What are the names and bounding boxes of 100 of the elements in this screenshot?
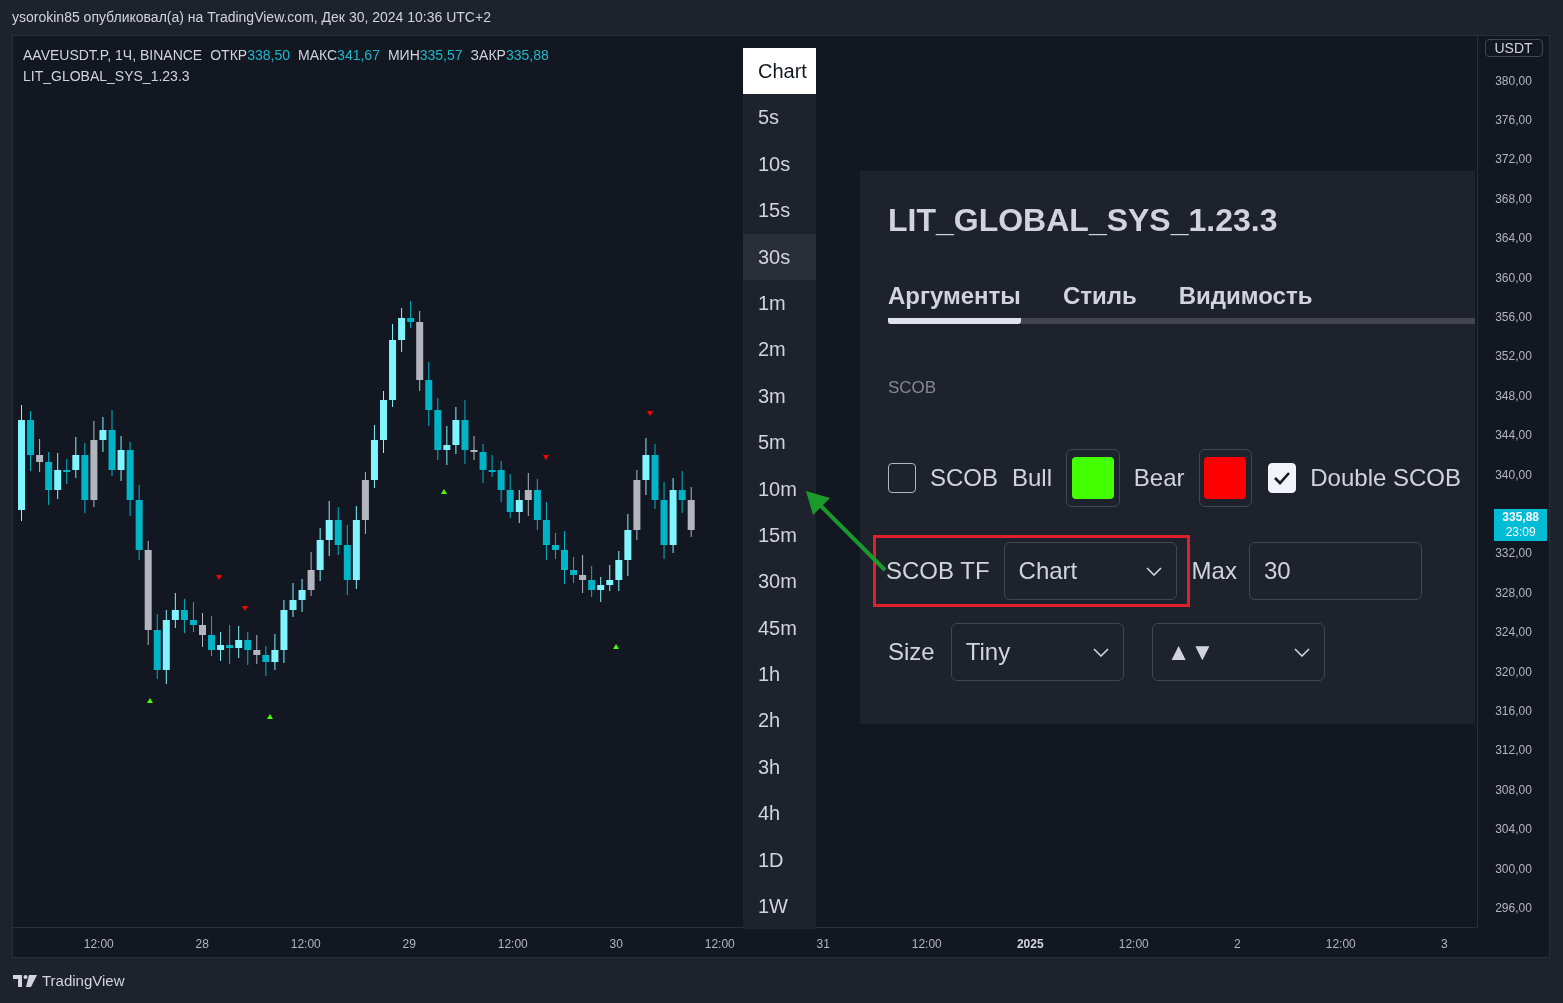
settings-tab[interactable]: Стиль — [1062, 282, 1137, 324]
section-heading: SCOB — [888, 378, 938, 398]
checkmark-icon — [1273, 471, 1292, 485]
field-label: Max — [1191, 557, 1237, 585]
symbol-label: AAVEUSDT.P, 1Ч, BINANCE — [23, 46, 203, 65]
field-label: SCOB TF — [886, 557, 990, 585]
time-label: 12:00 — [1325, 936, 1356, 951]
field-label: Size — [888, 638, 935, 666]
timeframe-option[interactable]: 1W — [743, 883, 816, 930]
timeframe-option[interactable]: 1h — [743, 651, 816, 698]
checkbox-label: SCOB — [929, 464, 998, 492]
ohlc-label: ЗАКР — [470, 46, 506, 65]
current-price-label: 335,88 23:09 — [1494, 509, 1548, 542]
buy-marker — [267, 714, 273, 719]
time-label: 12:00 — [83, 936, 114, 951]
timeframe-option[interactable]: 10m — [743, 465, 816, 512]
ohlc-value: 335,88 — [505, 46, 549, 65]
price-tick: 368,00 — [1495, 191, 1532, 206]
price-tick: 380,00 — [1495, 73, 1532, 88]
price-tick: 296,00 — [1495, 900, 1532, 915]
chevron-down-icon — [1293, 647, 1310, 657]
logo-icon — [13, 974, 37, 987]
timeframe-option[interactable]: 1D — [743, 836, 816, 884]
timeframe-option[interactable]: 15s — [743, 187, 816, 234]
input-field[interactable]: 30 — [1248, 542, 1422, 600]
color-swatch[interactable] — [1065, 449, 1120, 507]
checkbox[interactable] — [888, 463, 916, 493]
price-tick: 308,00 — [1495, 782, 1532, 797]
ohlc-value: 338,50 — [247, 46, 290, 65]
settings-tab[interactable]: Видимость — [1178, 282, 1313, 324]
time-label: 31 — [816, 936, 830, 951]
brand-name[interactable]: TradingView — [42, 972, 125, 989]
settings-tab[interactable]: Аргументы — [888, 282, 1021, 324]
price-tick: 340,00 — [1495, 467, 1532, 482]
price-tick: 300,00 — [1495, 861, 1532, 876]
time-label: 3 — [1440, 936, 1448, 951]
indicator-label: LIT_GLOBAL_SYS_1.23.3 — [23, 67, 190, 86]
dialog-title: LIT_GLOBAL_SYS_1.23.3 — [888, 201, 1279, 240]
chevron-down-icon — [1145, 566, 1162, 576]
timeframe-option[interactable]: 2h — [743, 697, 816, 744]
time-label: 29 — [402, 936, 416, 951]
buy-marker — [147, 698, 153, 703]
price-tick: 332,00 — [1495, 546, 1532, 561]
time-label: 2025 — [1016, 936, 1044, 951]
timeframe-option[interactable]: 3h — [743, 743, 816, 791]
sell-marker — [647, 411, 653, 416]
field-label: Bear — [1133, 464, 1185, 492]
timeframe-option[interactable]: 30s — [743, 233, 816, 280]
time-label: 28 — [195, 936, 209, 951]
price-tick: 320,00 — [1495, 664, 1532, 679]
chevron-down-icon — [1092, 647, 1109, 657]
price-tick: 364,00 — [1495, 231, 1532, 246]
ohlc-label: ОТКР — [210, 46, 248, 65]
price-tick: 316,00 — [1495, 703, 1532, 718]
sell-marker — [216, 575, 222, 580]
timeframe-option[interactable]: 4h — [743, 790, 816, 837]
timeframe-option[interactable]: 30m — [743, 558, 816, 605]
timeframe-option[interactable]: 15m — [743, 511, 816, 559]
price-tick: 360,00 — [1495, 270, 1532, 285]
price-tick: 304,00 — [1495, 822, 1532, 837]
price-tick: 356,00 — [1495, 310, 1532, 325]
timeframe-option[interactable]: Chart — [743, 48, 816, 95]
time-label: 30 — [609, 936, 623, 951]
price-tick: 324,00 — [1495, 625, 1532, 640]
price-tick: 352,00 — [1495, 349, 1532, 364]
currency-button[interactable]: USDT — [1484, 39, 1543, 57]
time-label: 2 — [1233, 936, 1241, 951]
timeframe-option[interactable]: 2m — [743, 326, 816, 373]
ohlc-label: МАКС — [298, 46, 338, 65]
price-tick: 312,00 — [1495, 743, 1532, 758]
buy-marker — [613, 644, 619, 649]
timeframe-option[interactable]: 3m — [743, 372, 816, 420]
candle — [561, 530, 568, 585]
price-tick: 328,00 — [1495, 585, 1532, 600]
color-swatch[interactable] — [1198, 449, 1253, 507]
ohlc-value: 341,67 — [337, 46, 380, 65]
dropdown[interactable]: ▲▼ — [1151, 623, 1325, 681]
time-label: 12:00 — [704, 936, 735, 951]
buy-marker — [441, 489, 447, 494]
dropdown[interactable]: Tiny — [950, 623, 1124, 681]
time-label: 12:00 — [497, 936, 528, 951]
time-label: 12:00 — [911, 936, 942, 951]
candle — [380, 390, 387, 454]
checkbox-label: Double SCOB — [1310, 464, 1461, 492]
timeframe-option[interactable]: 5s — [743, 94, 816, 141]
price-tick: 344,00 — [1495, 428, 1532, 443]
time-label: 12:00 — [290, 936, 321, 951]
price-tick: 372,00 — [1495, 152, 1532, 167]
time-label: 12:00 — [1118, 936, 1149, 951]
publish-info: ysorokin85 опубликовал(а) на TradingView.com, Дек 30, 2024 10:36 UTC+2 — [12, 9, 491, 25]
sell-marker — [543, 455, 549, 460]
sell-marker — [242, 606, 248, 611]
timeframe-option[interactable]: 45m — [743, 604, 816, 652]
price-tick: 348,00 — [1495, 388, 1532, 403]
timeframe-option[interactable]: 1m — [743, 279, 816, 327]
ohlc-value: 335,57 — [419, 46, 463, 65]
timeframe-option[interactable]: 5m — [743, 419, 816, 466]
price-tick: 376,00 — [1495, 113, 1532, 128]
dropdown[interactable]: Chart — [1003, 542, 1177, 600]
timeframe-option[interactable]: 10s — [743, 140, 816, 188]
